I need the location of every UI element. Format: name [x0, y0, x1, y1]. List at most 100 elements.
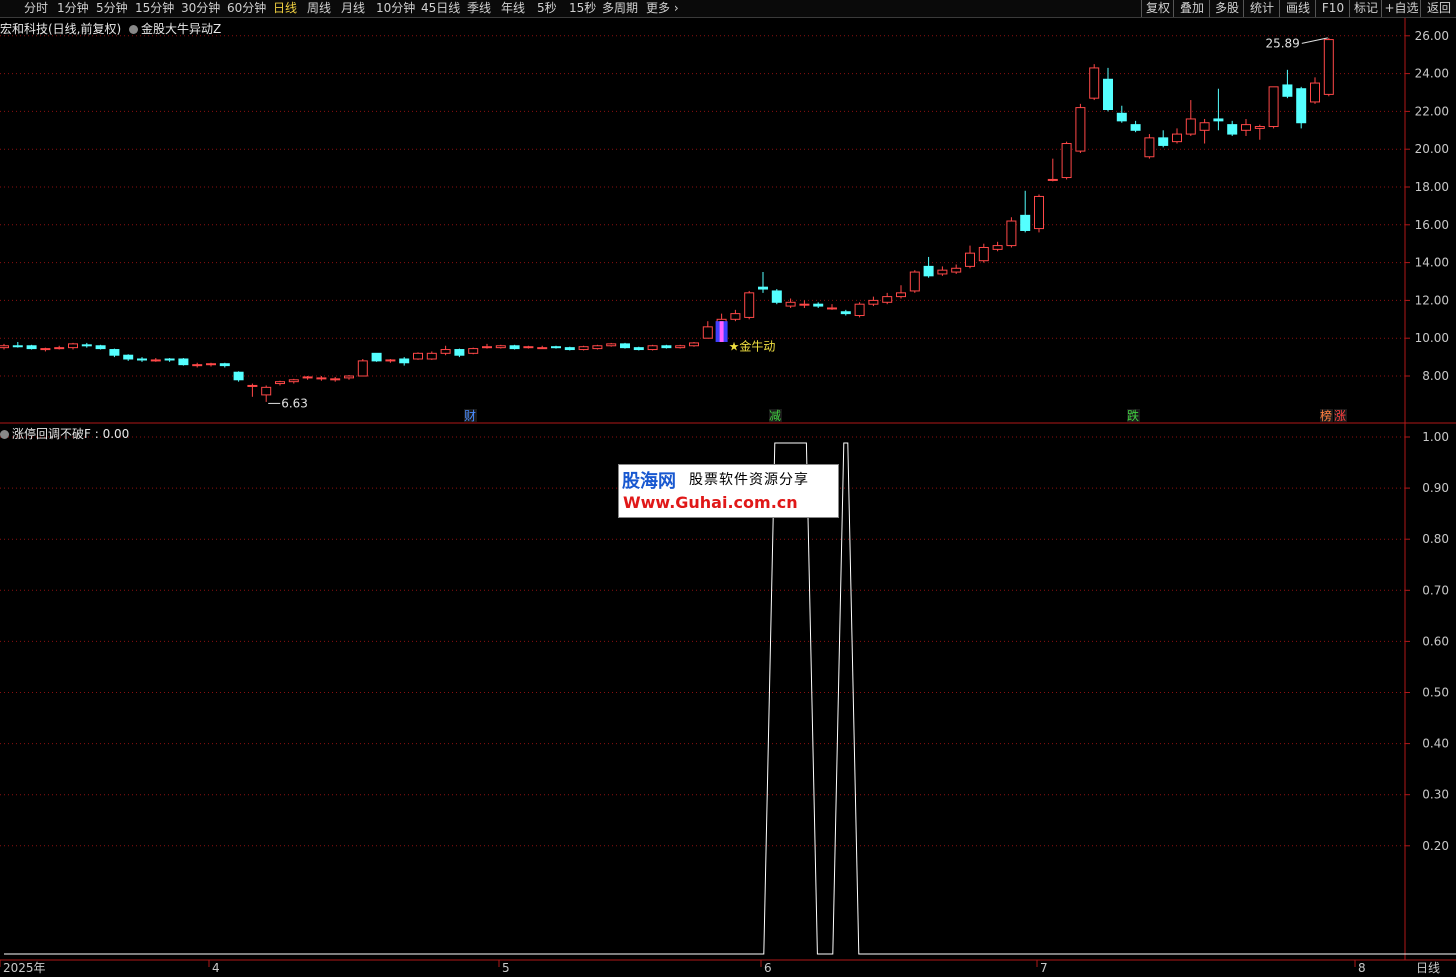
candle — [440, 345, 451, 356]
candle-body — [882, 296, 893, 303]
sub-indicator-name[interactable]: 涨停回调不破F — [12, 427, 91, 441]
period-tab-12[interactable]: 年线 — [501, 1, 525, 16]
price-axis-label-4: 18.00 — [1415, 180, 1449, 194]
candle — [330, 376, 341, 382]
candle-body — [675, 345, 686, 349]
period-tab-15[interactable]: 多周期 — [602, 1, 638, 16]
toolbar-button-4[interactable]: 画线 — [1279, 0, 1316, 17]
event-badge-1: 减 — [769, 409, 781, 423]
candle-body — [868, 299, 879, 305]
candle — [206, 362, 216, 367]
candle — [509, 344, 520, 350]
period-tab-0[interactable]: 分时 — [24, 1, 48, 16]
candle — [164, 358, 175, 362]
toolbar-button-5[interactable]: F10 — [1315, 0, 1350, 17]
period-tab-6[interactable]: 日线 — [273, 1, 297, 16]
indicator-axis-label-1: 0.90 — [1422, 481, 1449, 495]
period-tab-2[interactable]: 5分钟 — [96, 1, 128, 16]
candle-body — [1213, 118, 1224, 122]
toolbar-button-6[interactable]: 标记 — [1349, 0, 1382, 17]
candle-body — [1227, 124, 1238, 135]
sub-indicator-dropdown-icon[interactable] — [0, 430, 9, 439]
x-axis-label-5: 8 — [1358, 961, 1366, 975]
toolbar-button-3[interactable]: 统计 — [1243, 0, 1280, 17]
candle — [109, 348, 120, 358]
period-tab-9[interactable]: 10分钟 — [376, 1, 415, 16]
candle — [468, 347, 479, 355]
candle — [1020, 190, 1031, 233]
period-tab-13[interactable]: 5秒 — [537, 1, 557, 16]
toolbar-button-1[interactable]: 叠加 — [1173, 0, 1210, 17]
toolbar-button-8[interactable]: 返回 — [1420, 0, 1456, 17]
period-tab-10[interactable]: 45日线 — [421, 1, 460, 16]
candle — [1213, 88, 1224, 131]
candle-body — [275, 381, 285, 385]
candle — [275, 380, 285, 386]
candle — [1254, 124, 1265, 140]
indicator-axis-label-4: 0.60 — [1422, 634, 1449, 648]
candle — [1241, 118, 1251, 136]
x-axis-label-4: 7 — [1040, 961, 1048, 975]
candle-body — [1185, 118, 1196, 135]
price-axis-label-3: 20.00 — [1415, 142, 1449, 156]
candle — [68, 342, 78, 350]
candle — [896, 285, 906, 299]
candle — [1061, 141, 1072, 180]
candle-body — [137, 358, 147, 361]
candle — [371, 352, 382, 362]
candle-body — [192, 364, 203, 367]
indicator-axis-label-7: 0.30 — [1422, 788, 1449, 802]
toolbar-button-7[interactable]: +自选 — [1381, 0, 1421, 17]
price-axis-label-5: 16.00 — [1415, 218, 1449, 232]
candle-body — [937, 269, 948, 275]
candle-body — [730, 313, 741, 320]
period-tab-11[interactable]: 季线 — [467, 1, 491, 16]
period-tab-14[interactable]: 15秒 — [569, 1, 596, 16]
candle — [137, 357, 147, 362]
candle-body — [413, 352, 423, 360]
period-tab-7[interactable]: 周线 — [307, 1, 331, 16]
candle-body — [178, 358, 189, 366]
candle — [54, 345, 65, 350]
candle — [426, 351, 437, 360]
candle-body — [454, 349, 465, 356]
candle — [1296, 86, 1307, 129]
candle — [606, 342, 617, 347]
price-axis-label-6: 14.00 — [1415, 256, 1449, 270]
period-tab-4[interactable]: 30分钟 — [181, 1, 220, 16]
toolbar-button-0[interactable]: 复权 — [1141, 0, 1174, 17]
period-tab-3[interactable]: 15分钟 — [135, 1, 174, 16]
x-axis-label-1: 4 — [212, 961, 220, 975]
period-label: 日线 — [1416, 961, 1440, 975]
candle — [730, 309, 741, 322]
indicator-name[interactable]: 金股大牛异动Z — [141, 22, 221, 36]
candle-body — [551, 346, 561, 349]
candle-body — [1103, 78, 1113, 111]
candle — [868, 296, 879, 307]
indicator-axis-label-2: 0.80 — [1422, 532, 1449, 546]
candle — [937, 266, 948, 276]
event-badge-3: 榜 — [1320, 408, 1332, 423]
candle-body — [1089, 67, 1100, 99]
candle — [951, 264, 962, 274]
candle — [1172, 128, 1182, 144]
toolbar-button-2[interactable]: 多股 — [1209, 0, 1244, 17]
period-tab-5[interactable]: 60分钟 — [227, 1, 266, 16]
candle — [592, 344, 603, 350]
period-tab-1[interactable]: 1分钟 — [57, 1, 89, 16]
candle-body — [26, 345, 37, 350]
candle-body — [371, 352, 382, 362]
candle-body — [620, 343, 630, 349]
candle-body — [689, 342, 699, 347]
candle — [1199, 118, 1210, 144]
indicator-dropdown-icon[interactable] — [129, 25, 139, 34]
candle — [702, 321, 713, 339]
candle-body — [1034, 195, 1044, 230]
candle-body — [150, 359, 161, 362]
period-tab-8[interactable]: 月线 — [341, 1, 365, 16]
period-tab-16[interactable]: 更多 › — [646, 1, 679, 16]
candle-body — [992, 245, 1003, 250]
candle — [578, 345, 589, 351]
candle-body — [247, 384, 258, 387]
candle-body — [81, 344, 92, 347]
